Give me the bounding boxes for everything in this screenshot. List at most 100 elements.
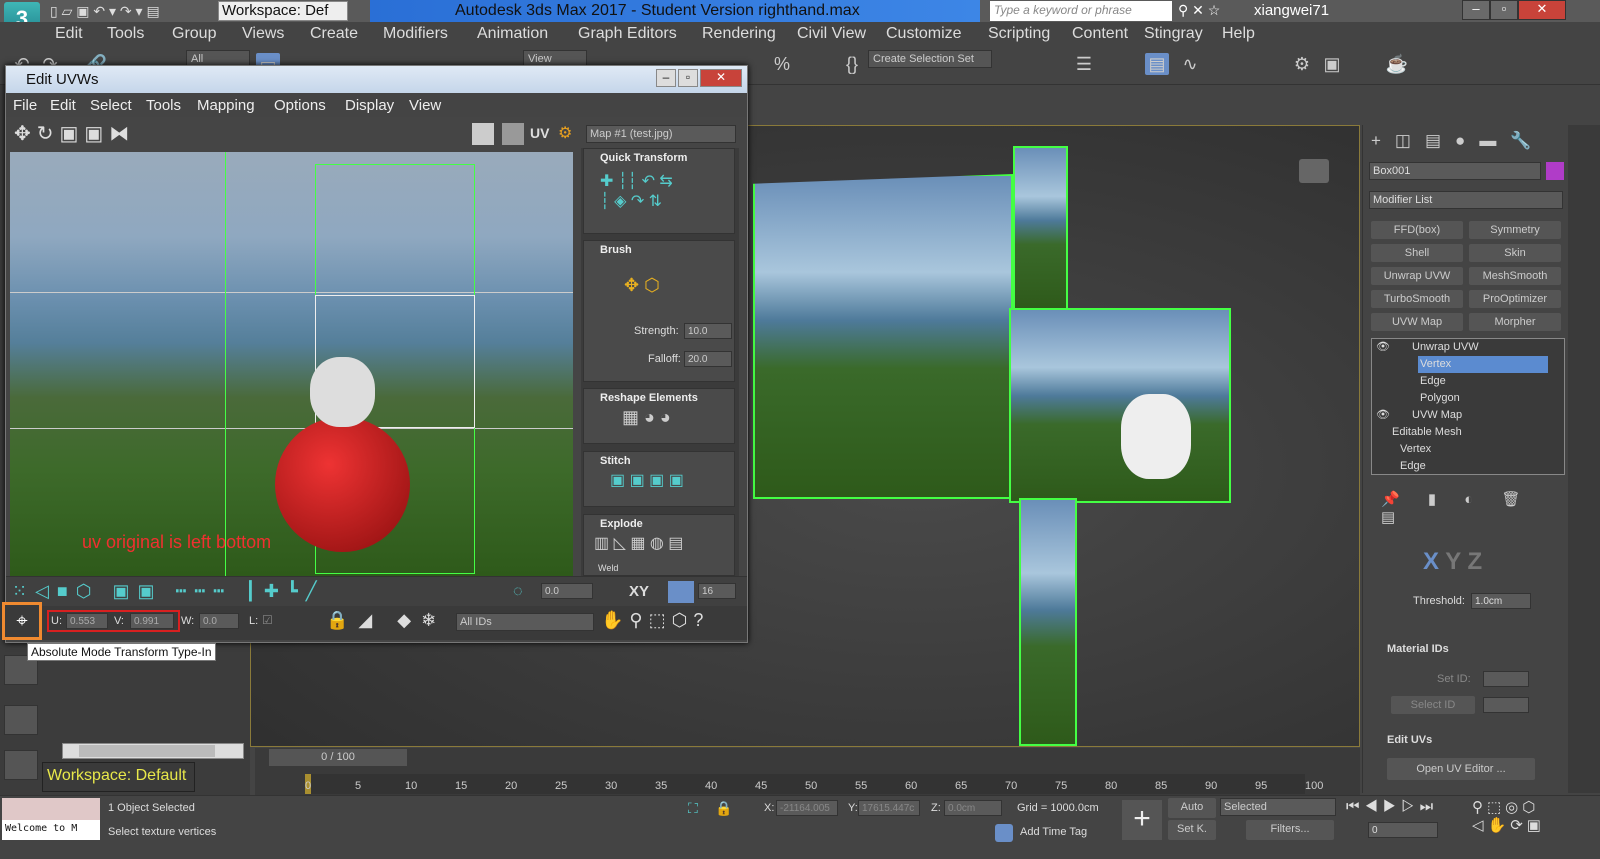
menu-modifiers[interactable]: Modifiers xyxy=(383,25,448,43)
axis-buttons[interactable]: X Y Z xyxy=(1423,548,1482,576)
menu-stingray[interactable]: Stingray xyxy=(1144,25,1203,43)
brush-icons[interactable]: ✥ ⬡ xyxy=(624,275,660,296)
playback-controls[interactable]: ⏮◀▶▷⏭ xyxy=(1346,798,1438,815)
minimize-button[interactable]: – xyxy=(1462,0,1490,20)
set-id-field[interactable] xyxy=(1483,671,1529,687)
layer-explorer-icon[interactable]: ☰ xyxy=(1072,53,1096,75)
menu-animation[interactable]: Animation xyxy=(477,25,548,43)
menu-tools[interactable]: Tools xyxy=(107,25,144,43)
close-button[interactable]: ✕ xyxy=(1518,0,1566,20)
settings-gear-icon[interactable]: ⚙ xyxy=(558,123,580,145)
axis-z[interactable]: Z xyxy=(1468,548,1483,575)
map-dropdown[interactable]: Map #1 (test.jpg) xyxy=(586,125,736,143)
uvw-menu-file[interactable]: File xyxy=(13,97,37,114)
checker-pattern-icon[interactable] xyxy=(472,123,494,145)
track-bar[interactable]: 0 5 10 15 20 25 30 35 40 45 50 55 60 65 70 75 80 85 90 95 10… xyxy=(305,774,1323,794)
select-id-field[interactable] xyxy=(1483,697,1529,713)
stack-polygon[interactable]: Polygon xyxy=(1420,390,1460,407)
add-time-tag[interactable]: Add Time Tag xyxy=(1020,826,1087,838)
object-color-swatch[interactable] xyxy=(1546,162,1564,180)
maximize-button[interactable]: ▫ xyxy=(1490,0,1518,20)
workspace-selector[interactable]: Workspace: Default xyxy=(42,762,195,792)
v-field[interactable]: 0.991 xyxy=(130,613,174,629)
welcome-text[interactable]: Welcome to M xyxy=(2,820,100,840)
axis-y[interactable]: Y xyxy=(1445,548,1461,575)
modifier-ffd-box[interactable]: FFD(box) xyxy=(1371,221,1463,239)
workspace-dropdown[interactable]: Workspace: Def xyxy=(218,1,348,21)
isolate-icon[interactable]: ⛶ xyxy=(688,800,698,817)
modifier-uvw-map[interactable]: UVW Map xyxy=(1371,313,1463,331)
ribbon-icon[interactable]: ▤ xyxy=(1145,53,1169,75)
explode-icons[interactable]: ▥ ◺ ▦ ◍ ▤ xyxy=(584,533,734,553)
modifier-symmetry[interactable]: Symmetry xyxy=(1469,221,1561,239)
strength-field[interactable]: 10.0 xyxy=(684,323,732,339)
stack-edge[interactable]: Edge xyxy=(1420,373,1446,390)
key-filter-dropdown[interactable]: Selected xyxy=(1220,798,1336,816)
y-coordinate-field[interactable]: 17615.447c xyxy=(858,800,920,816)
filters-button[interactable]: Filters... xyxy=(1246,820,1334,840)
stack-mesh-edge[interactable]: Edge xyxy=(1400,458,1426,475)
horizontal-scrollbar[interactable] xyxy=(62,743,244,759)
uv-label[interactable]: UV xyxy=(530,125,549,141)
uvw-menu-tools[interactable]: Tools xyxy=(146,97,181,114)
menu-customize[interactable]: Customize xyxy=(886,25,962,43)
viewport-layout-button[interactable] xyxy=(4,705,38,735)
uvw-minimize-button[interactable]: – xyxy=(656,69,676,87)
uvw-menu-select[interactable]: Select xyxy=(90,97,132,114)
uvw-menu-edit[interactable]: Edit xyxy=(50,97,76,114)
falloff-field[interactable]: 20.0 xyxy=(684,351,732,367)
uvw-menu-options[interactable]: Options xyxy=(274,97,326,114)
stitch-icons[interactable]: ▣ ▣ ▣ ▣ xyxy=(584,470,734,490)
curve-editor-icon[interactable]: ∿ xyxy=(1178,53,1202,75)
percent-snap-icon[interactable]: % xyxy=(770,53,794,75)
maxscript-listener[interactable] xyxy=(2,798,100,820)
u-field[interactable]: 0.553 xyxy=(66,613,108,629)
edit-uvs-heading[interactable]: Edit UVs xyxy=(1387,734,1432,746)
viewport-layout-button[interactable] xyxy=(4,750,38,780)
select-id-button[interactable]: Select ID xyxy=(1391,696,1475,714)
viewcube[interactable] xyxy=(1299,159,1329,183)
quick-transform-icons[interactable]: ✚ ┆┆ ↶ ⇆ ┆ ◈ ↷ ⇅ xyxy=(584,167,734,215)
eye-icon[interactable]: 👁 xyxy=(1376,339,1390,356)
modifier-meshsmooth[interactable]: MeshSmooth xyxy=(1469,267,1561,285)
modifier-list-dropdown[interactable]: Modifier List xyxy=(1369,191,1563,209)
modifier-morpher[interactable]: Morpher xyxy=(1469,313,1561,331)
menu-edit[interactable]: Edit xyxy=(55,25,83,43)
render-frame-icon[interactable]: ▣ xyxy=(1320,53,1344,75)
stack-vertex-selected[interactable]: Vertex xyxy=(1418,356,1548,373)
current-frame-field[interactable]: 0 xyxy=(1368,822,1438,838)
menu-group[interactable]: Group xyxy=(172,25,216,43)
quick-access-icons[interactable]: ▯ ▱ ▣ ↶ ▾ ↷ ▾ ▤ xyxy=(50,3,160,20)
object-name-field[interactable]: Box001 xyxy=(1369,162,1541,180)
stack-editable-mesh[interactable]: Editable Mesh xyxy=(1392,424,1462,441)
angle-field[interactable]: 0.0 xyxy=(541,583,593,599)
timeline[interactable]: 0 / 100 0 5 10 15 20 25 30 35 40 45 50 55 60 65 70 75 80… xyxy=(255,748,1360,795)
render-setup-icon[interactable]: ⚙ xyxy=(1290,53,1314,75)
material-ids-heading[interactable]: Material IDs xyxy=(1387,643,1449,655)
time-slider[interactable]: 0 / 100 xyxy=(269,749,407,766)
ids-dropdown[interactable]: All IDs xyxy=(456,613,594,631)
modifier-stack[interactable]: 👁 Unwrap UVW Vertex Edge Polygon 👁 UVW M… xyxy=(1371,338,1565,475)
brush-heading[interactable]: Brush xyxy=(584,241,734,259)
menu-graph-editors[interactable]: Graph Editors xyxy=(578,25,677,43)
grid-snap-icon[interactable] xyxy=(668,581,694,603)
set-key-button[interactable]: Set K. xyxy=(1168,820,1216,840)
modifier-prooptimizer[interactable]: ProOptimizer xyxy=(1469,290,1561,308)
lock-freeze-icons[interactable]: 🔒◢ ◆❄ xyxy=(326,610,446,631)
stitch-heading[interactable]: Stitch xyxy=(584,452,734,470)
modifier-unwrap-uvw[interactable]: Unwrap UVW xyxy=(1371,267,1463,285)
lock-selection-icon[interactable]: 🔒 xyxy=(715,800,732,817)
uvw-menu-display[interactable]: Display xyxy=(345,97,394,114)
auto-key-button[interactable]: Auto xyxy=(1168,798,1216,818)
menu-views[interactable]: Views xyxy=(242,25,284,43)
axis-x[interactable]: X xyxy=(1423,548,1439,575)
user-name[interactable]: xiangwei71 xyxy=(1254,2,1329,19)
uvw-menu-mapping[interactable]: Mapping xyxy=(197,97,255,114)
z-coordinate-field[interactable]: 0.0cm xyxy=(944,800,1002,816)
uvw-menu-view[interactable]: View xyxy=(409,97,441,114)
threshold-field[interactable]: 1.0cm xyxy=(1471,593,1531,609)
menu-help[interactable]: Help xyxy=(1222,25,1255,43)
snap-value-field[interactable]: 16 xyxy=(698,583,736,599)
time-tag-icon[interactable] xyxy=(995,824,1013,842)
reshape-icons[interactable]: ▦ ◕ ◕ xyxy=(584,407,734,428)
